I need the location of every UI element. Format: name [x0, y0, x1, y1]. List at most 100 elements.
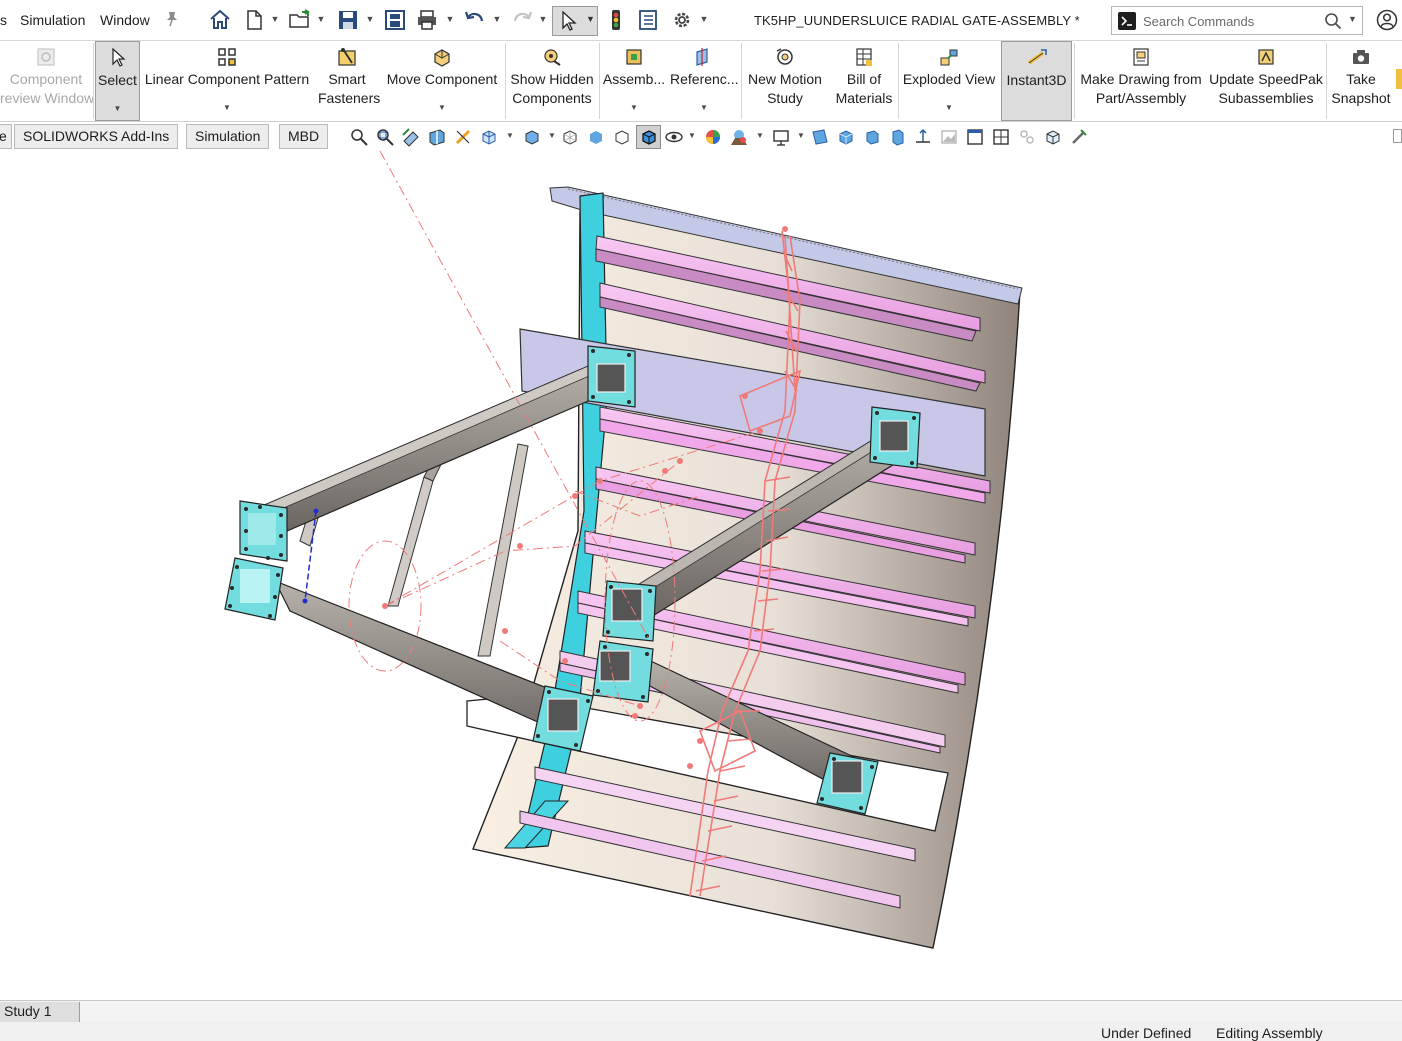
search-commands-input[interactable]	[1143, 10, 1319, 32]
trimetric-view-icon[interactable]	[862, 127, 882, 147]
smart-fasteners-icon	[336, 46, 358, 68]
radial-gate-assembly-model[interactable]	[0, 151, 1402, 1000]
single-view-icon[interactable]	[965, 127, 985, 147]
move-component-dropdown-icon[interactable]: ▼	[437, 98, 447, 117]
reference-geometry-icon	[693, 46, 715, 68]
save-all-icon[interactable]	[383, 8, 407, 32]
undo-icon[interactable]	[463, 8, 487, 32]
tab-study-1[interactable]: Study 1	[0, 1002, 80, 1022]
graphics-viewport[interactable]	[0, 151, 1402, 1000]
hide-show-caret-icon[interactable]: ▼	[688, 131, 696, 140]
exploded-view-dropdown-icon[interactable]: ▼	[944, 98, 954, 117]
hide-show-items-icon[interactable]	[664, 127, 684, 147]
previous-view-icon[interactable]	[401, 127, 421, 147]
normal-to-icon[interactable]	[913, 127, 933, 147]
view-image-icon[interactable]	[939, 127, 959, 147]
customize-toolbar-icon[interactable]	[1069, 127, 1089, 147]
status-editing-mode: Editing Assembly	[1216, 1025, 1323, 1041]
exploded-view-button[interactable]: Exploded View ▼	[901, 41, 997, 121]
select-quick-button[interactable]: ▼	[552, 6, 598, 36]
view-orientation-icon[interactable]	[479, 127, 499, 147]
menu-item-simulation[interactable]: Simulation	[20, 12, 85, 28]
make-drawing-icon	[1130, 46, 1152, 68]
hidden-lines-icon[interactable]	[612, 127, 632, 147]
zoom-to-fit-icon[interactable]	[349, 127, 369, 147]
new-motion-study-button[interactable]: New Motion Study	[744, 41, 826, 121]
options-caret-icon[interactable]: ▼	[699, 13, 709, 25]
search-icon[interactable]	[1324, 12, 1342, 30]
menu-item-window[interactable]: Window	[100, 12, 150, 28]
tab-solidworks-add-ins[interactable]: SOLIDWORKS Add-Ins	[14, 124, 179, 149]
open-folder-icon[interactable]	[288, 8, 312, 32]
wireframe-icon[interactable]	[560, 127, 580, 147]
undo-caret-icon[interactable]: ▼	[492, 13, 502, 25]
make-drawing-from-part-assembly-button[interactable]: Make Drawing from Part/Assembly	[1077, 41, 1205, 121]
linear-pattern-dropdown-icon[interactable]: ▼	[222, 98, 232, 117]
zoom-to-area-icon[interactable]	[375, 127, 395, 147]
rebuild-traffic-light-icon[interactable]	[604, 8, 628, 32]
ribbon-overflow-icon[interactable]	[1396, 69, 1402, 89]
edit-appearance-icon[interactable]	[703, 127, 723, 147]
view-orientation-caret-icon[interactable]: ▼	[506, 131, 514, 140]
pin-menu-icon[interactable]	[164, 10, 180, 28]
instant3d-button[interactable]: Instant3D	[1001, 41, 1072, 121]
file-properties-icon[interactable]	[636, 8, 660, 32]
reference-geometry-button[interactable]: Referenc... ▼	[670, 41, 738, 121]
view-cube-icon[interactable]	[1043, 127, 1063, 147]
tab-evaluate[interactable]: e	[0, 124, 12, 149]
display-style-caret-icon[interactable]: ▼	[548, 131, 556, 140]
dynamic-annotation-views-icon[interactable]	[453, 127, 473, 147]
section-view-icon[interactable]	[427, 127, 447, 147]
home-icon[interactable]	[208, 8, 232, 32]
open-caret-icon[interactable]: ▼	[316, 13, 326, 25]
print-caret-icon[interactable]: ▼	[445, 13, 455, 25]
new-document-icon[interactable]	[242, 8, 266, 32]
select-caret-icon[interactable]: ▼	[586, 14, 595, 24]
dimetric-view-icon[interactable]	[888, 127, 908, 147]
move-component-button[interactable]: Move Component ▼	[382, 41, 502, 121]
apply-scene-caret-icon[interactable]: ▼	[756, 131, 764, 140]
view-settings-icon[interactable]	[771, 127, 791, 147]
search-commands-box[interactable]: ▼	[1111, 6, 1363, 35]
menu-item-tools[interactable]: s	[0, 12, 7, 28]
link-views-icon[interactable]	[1017, 127, 1037, 147]
view-3d-icon[interactable]	[810, 127, 830, 147]
tab-simulation[interactable]: Simulation	[186, 124, 270, 149]
show-hidden-components-button[interactable]: Show Hidden Components	[507, 41, 597, 121]
isometric-view-icon[interactable]	[836, 127, 856, 147]
linear-component-pattern-button[interactable]: Linear Component Pattern ▼	[143, 41, 311, 121]
document-title: TK5HP_UUNDERSLUICE RADIAL GATE-ASSEMBLY …	[754, 13, 1080, 28]
assembly-features-button[interactable]: Assemb... ▼	[602, 41, 666, 121]
linear-pattern-icon	[216, 46, 238, 68]
panel-toggle-icon[interactable]	[1393, 129, 1402, 143]
bill-of-materials-button[interactable]: Bill of Materials	[832, 41, 896, 121]
command-prompt-icon	[1118, 12, 1136, 30]
four-view-icon[interactable]	[991, 127, 1011, 147]
smart-fasteners-button[interactable]: Smart Fasteners	[318, 41, 380, 121]
reference-geometry-dropdown-icon[interactable]: ▼	[699, 98, 709, 117]
select-arrow-icon	[107, 47, 129, 69]
take-snapshot-button[interactable]: Take Snapshot	[1328, 41, 1394, 121]
apply-scene-icon[interactable]	[729, 127, 749, 147]
shaded-icon[interactable]	[586, 127, 606, 147]
tab-mbd[interactable]: MBD	[279, 124, 329, 149]
save-caret-icon[interactable]: ▼	[365, 13, 375, 25]
status-bar: Under Defined Editing Assembly	[0, 1022, 1402, 1041]
user-account-icon[interactable]	[1376, 9, 1398, 31]
lower-arm-beam[interactable]	[273, 579, 581, 742]
update-speedpak-subassemblies-button[interactable]: Update SpeedPak Subassemblies	[1208, 41, 1324, 121]
display-style-icon[interactable]	[522, 127, 542, 147]
save-icon[interactable]	[336, 8, 360, 32]
assembly-features-dropdown-icon[interactable]: ▼	[629, 98, 639, 117]
bill-of-materials-icon	[853, 46, 875, 68]
new-caret-icon[interactable]: ▼	[270, 13, 280, 25]
search-caret-icon[interactable]: ▼	[1348, 14, 1357, 24]
select-button[interactable]: Select ▼	[95, 41, 140, 121]
options-gear-icon[interactable]	[670, 8, 694, 32]
select-dropdown-icon[interactable]: ▼	[113, 99, 123, 118]
instant3d-icon	[1026, 47, 1048, 69]
print-icon[interactable]	[415, 8, 439, 32]
move-component-icon	[431, 46, 453, 68]
shaded-with-edges-button[interactable]	[636, 125, 661, 149]
view-settings-caret-icon[interactable]: ▼	[797, 131, 805, 140]
